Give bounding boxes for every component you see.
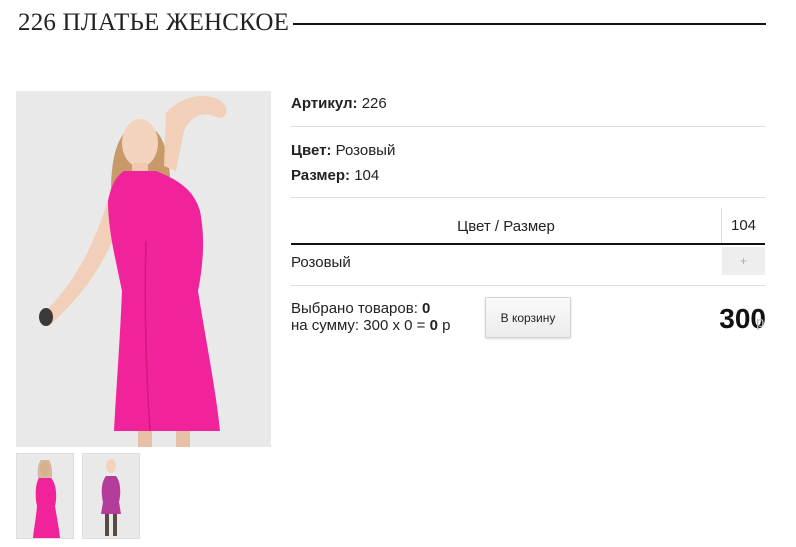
add-quantity-button[interactable]: +: [722, 247, 765, 275]
order-summary: Выбрано товаров: 0 на сумму: 300 х 0 = 0…: [291, 300, 450, 334]
sum-currency: р: [442, 317, 451, 334]
sum-value: 0: [429, 317, 438, 334]
add-to-cart-button[interactable]: В корзину: [485, 297, 571, 338]
title-divider: [293, 23, 766, 25]
price-currency: р: [756, 314, 765, 331]
size-value: 104: [354, 167, 380, 184]
size-column-header: 104: [721, 208, 765, 243]
color-label: Цвет:: [291, 142, 332, 159]
size-label: Размер:: [291, 167, 351, 184]
thumbnail-pink-dress-image: [17, 454, 73, 538]
sum-label: на сумму: 300 х 0 =: [291, 317, 426, 334]
selected-count-line: Выбрано товаров: 0: [291, 300, 450, 317]
sum-line: на сумму: 300 х 0 = 0 р: [291, 317, 450, 334]
variant-table-header: Цвет / Размер 104: [291, 208, 765, 245]
article-label: Артикул:: [291, 95, 358, 112]
color-line: Цвет: Розовый: [291, 142, 765, 159]
product-header: 226 ПЛАТЬЕ ЖЕНСКОЕ: [18, 6, 766, 40]
thumbnail-2[interactable]: [82, 453, 140, 539]
article-value: 226: [361, 95, 387, 112]
variant-row-color: Розовый: [291, 254, 351, 271]
color-size-header: Цвет / Размер: [457, 218, 555, 235]
divider: [291, 285, 765, 286]
thumbnail-purple-dress-image: [83, 454, 139, 538]
model-in-pink-dress-image: [16, 91, 271, 447]
article-line: Артикул: 226: [291, 95, 765, 112]
selected-count: 0: [422, 300, 431, 317]
divider: [291, 126, 765, 127]
selected-label: Выбрано товаров:: [291, 300, 418, 317]
size-line: Размер: 104: [291, 167, 765, 184]
page-title: 226 ПЛАТЬЕ ЖЕНСКОЕ: [18, 9, 290, 36]
color-value: Розовый: [335, 142, 396, 159]
thumbnail-1[interactable]: [16, 453, 74, 539]
divider: [291, 197, 765, 198]
main-product-image[interactable]: [16, 91, 271, 447]
